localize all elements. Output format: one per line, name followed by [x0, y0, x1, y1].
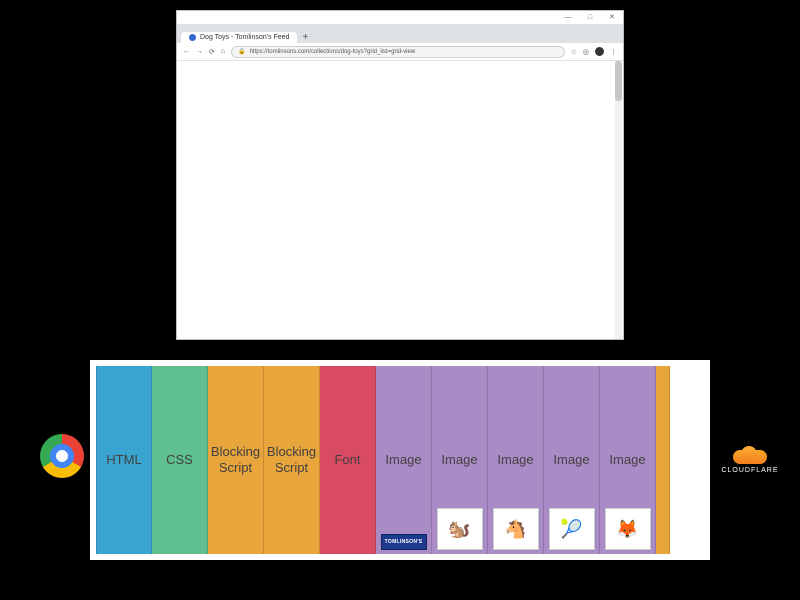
block-label: CSS	[166, 452, 193, 468]
home-button[interactable]: ⌂	[221, 48, 225, 55]
cloudflare-text: CLOUDFLARE	[721, 467, 778, 474]
profile-avatar[interactable]	[595, 47, 604, 56]
cloudflare-cloud-icon	[733, 446, 767, 464]
product-image-thumb: 🦊	[605, 508, 651, 550]
block-label: Image	[497, 452, 533, 468]
scrollbar-track	[615, 61, 622, 339]
waterfall-frame: HTML CSS BlockingScriptBlockingScript Font I…	[90, 360, 710, 560]
window-titlebar: — □ ✕	[177, 11, 623, 25]
url-text: https://tomlinsons.com/collections/dog-t…	[250, 49, 416, 55]
waterfall-strip: HTML CSS BlockingScriptBlockingScript Font I…	[96, 366, 704, 554]
waterfall-block-trail-10	[656, 366, 670, 554]
forward-button[interactable]: →	[196, 48, 203, 55]
waterfall-block-image-8: Image 🎾	[544, 366, 600, 554]
block-label: Image	[553, 452, 589, 468]
waterfall-block-blocking-script-3: BlockingScript	[264, 366, 320, 554]
product-logo-thumb: TOMLINSON'S	[381, 534, 427, 550]
star-icon[interactable]: ☆	[571, 48, 577, 56]
block-label: BlockingScript	[267, 444, 316, 475]
browser-tab[interactable]: Dog Toys - Tomlinson's Feed	[181, 32, 297, 43]
extension-icon[interactable]: ◎	[583, 48, 589, 56]
block-label: Image	[385, 452, 421, 468]
new-tab-button[interactable]: +	[297, 32, 313, 43]
block-label: HTML	[106, 452, 141, 468]
back-button[interactable]: ←	[183, 48, 190, 55]
window-maximize-button[interactable]: □	[579, 11, 601, 25]
product-image-thumb: 🐴	[493, 508, 539, 550]
waterfall-block-blocking-script-2: BlockingScript	[208, 366, 264, 554]
cloudflare-logo: CLOUDFLARE	[722, 446, 778, 474]
window-minimize-button[interactable]: —	[557, 11, 579, 25]
nav-buttons: ← → ⟳ ⌂	[183, 48, 225, 56]
browser-window: — □ ✕ Dog Toys - Tomlinson's Feed + ← → …	[176, 10, 624, 340]
reload-button[interactable]: ⟳	[209, 48, 215, 56]
kebab-menu-icon[interactable]: ⋮	[610, 48, 617, 56]
product-image-thumb: 🐿️	[437, 508, 483, 550]
block-label: Image	[609, 452, 645, 468]
page-viewport	[177, 61, 623, 339]
waterfall-block-image-9: Image 🦊	[600, 366, 656, 554]
tab-strip: Dog Toys - Tomlinson's Feed +	[177, 25, 623, 43]
product-image-thumb: 🎾	[549, 508, 595, 550]
block-label: BlockingScript	[211, 444, 260, 475]
waterfall-block-image-5: Image TOMLINSON'S	[376, 366, 432, 554]
waterfall-block-image-6: Image 🐿️	[432, 366, 488, 554]
chrome-logo-icon	[40, 434, 84, 478]
waterfall-container: HTML CSS BlockingScriptBlockingScript Font I…	[90, 360, 710, 560]
block-label: Font	[334, 452, 360, 468]
addrbar-right: ☆ ◎ ⋮	[571, 47, 617, 56]
waterfall-block-html-0: HTML	[96, 366, 152, 554]
lock-icon: 🔒	[238, 48, 245, 55]
scrollbar-thumb[interactable]	[615, 61, 622, 101]
window-close-button[interactable]: ✕	[601, 11, 623, 25]
omnibox[interactable]: 🔒 https://tomlinsons.com/collections/dog…	[231, 46, 565, 58]
address-bar: ← → ⟳ ⌂ 🔒 https://tomlinsons.com/collect…	[177, 43, 623, 61]
waterfall-block-image-7: Image 🐴	[488, 366, 544, 554]
favicon-icon	[189, 34, 196, 41]
tab-title: Dog Toys - Tomlinson's Feed	[200, 34, 289, 41]
waterfall-block-font-4: Font	[320, 366, 376, 554]
waterfall-block-css-1: CSS	[152, 366, 208, 554]
block-label: Image	[441, 452, 477, 468]
